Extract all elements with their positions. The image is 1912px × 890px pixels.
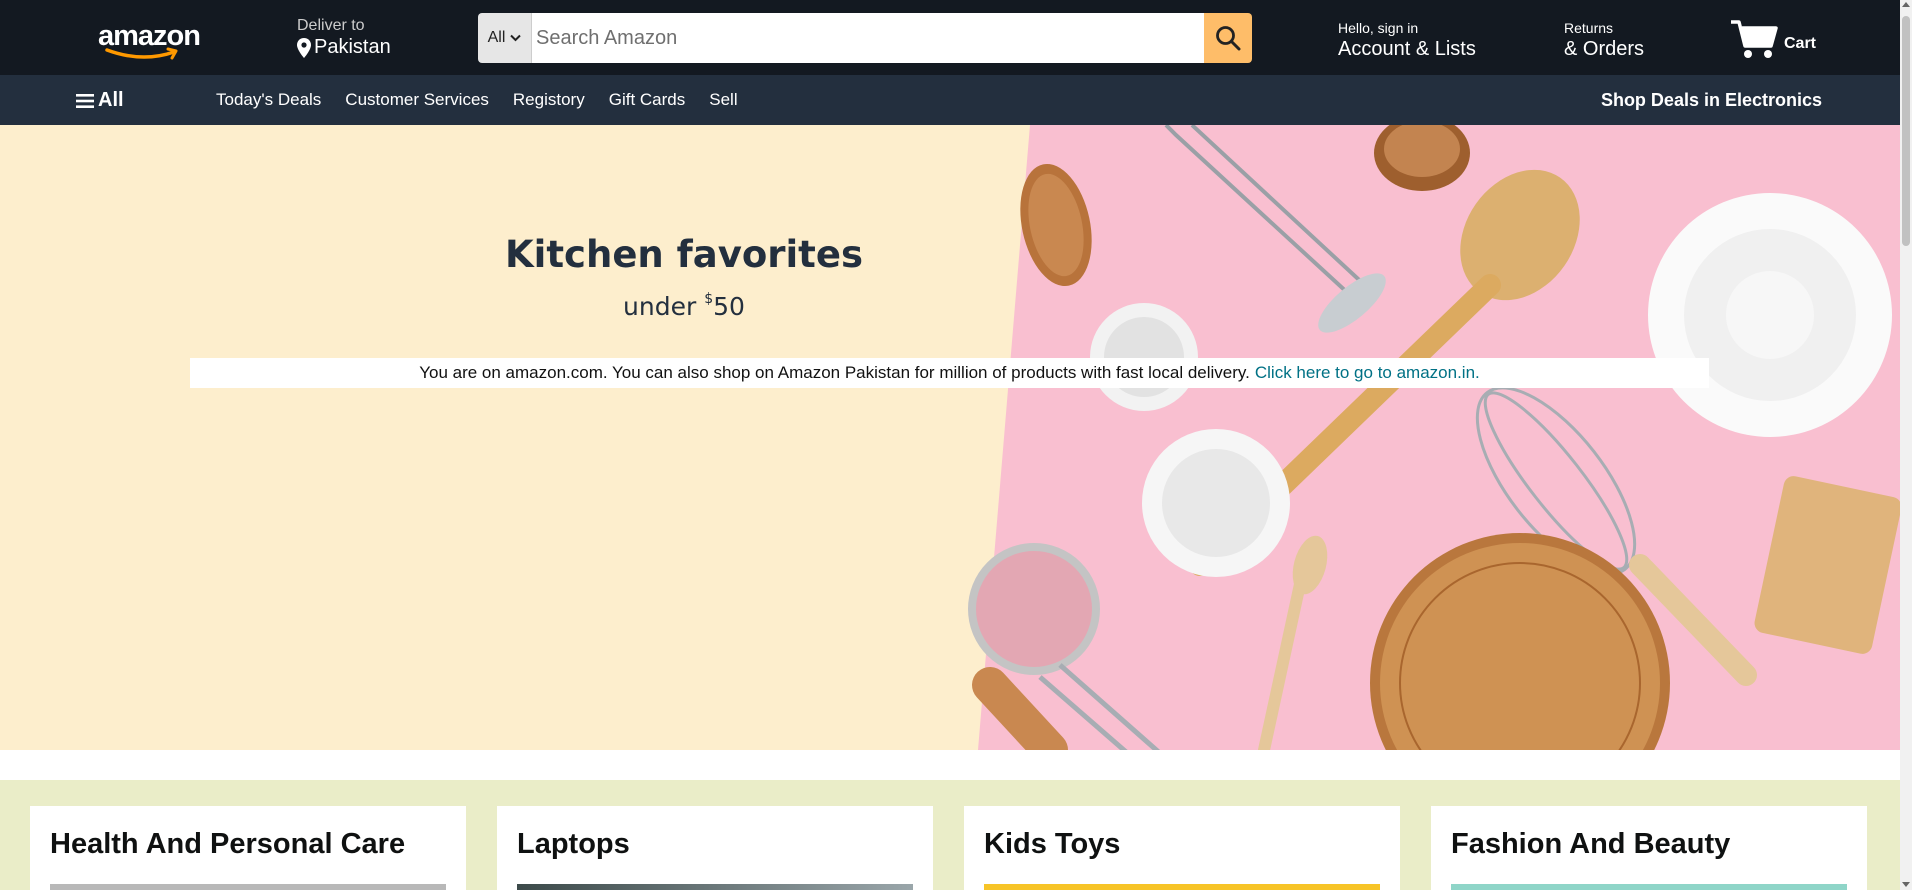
deliver-label: Deliver to <box>297 17 365 34</box>
category-card-image[interactable] <box>517 884 913 890</box>
category-card-image[interactable] <box>984 884 1380 890</box>
account-lists[interactable]: Hello, sign in Account & Lists <box>1338 20 1476 61</box>
cart-icon <box>1731 20 1778 58</box>
returns-label: Returns <box>1564 20 1614 36</box>
category-card-laptops[interactable]: Laptops <box>497 806 933 890</box>
category-card-title: Health And Personal Care <box>50 828 406 860</box>
top-header: amazon Deliver to Pakistan All Search Am… <box>0 0 1900 75</box>
scroll-down-icon[interactable] <box>1902 882 1910 887</box>
category-card-title: Laptops <box>517 828 630 860</box>
amazon-logo[interactable]: amazon <box>92 16 208 60</box>
orders-label: & Orders <box>1564 38 1645 60</box>
shop-deals-electronics-link[interactable]: Shop Deals in Electronics <box>1601 90 1822 111</box>
nav-link-todays-deals[interactable]: Today's Deals <box>216 90 321 110</box>
hero-subtitle-currency: $ <box>704 291 714 307</box>
category-card-kids-toys[interactable]: Kids Toys <box>964 806 1400 890</box>
nav-link-registry[interactable]: Registory <box>513 90 585 110</box>
scrollbar-thumb[interactable] <box>1902 16 1910 246</box>
nav-link-sell[interactable]: Sell <box>709 90 737 110</box>
deliver-location: Pakistan <box>314 36 391 58</box>
search-category-select[interactable]: All <box>478 13 532 63</box>
hero-subtitle-amount: 50 <box>713 292 745 321</box>
returns-orders[interactable]: Returns & Orders <box>1564 20 1644 61</box>
locale-notice-text: You are on amazon.com. You can also shop… <box>419 363 1250 382</box>
search-category-label: All <box>487 29 506 46</box>
locale-notice-link[interactable]: Click here to go to amazon.in. <box>1255 363 1480 383</box>
sub-navigation: All Today's Deals Customer Services Regi… <box>0 75 1900 125</box>
hero-title: Kitchen favorites <box>505 233 863 276</box>
cart-button[interactable]: Cart <box>1730 14 1816 60</box>
deliver-to[interactable]: Deliver to Pakistan <box>297 17 391 59</box>
nav-link-customer-services[interactable]: Customer Services <box>345 90 489 110</box>
category-card-fashion[interactable]: Fashion And Beauty <box>1431 806 1867 890</box>
hero-subtitle-prefix: under <box>623 292 705 321</box>
chevron-down-icon <box>510 34 522 42</box>
hero-kitchen-image <box>968 125 1900 750</box>
category-card-image[interactable] <box>50 884 446 890</box>
cart-label: Cart <box>1784 35 1817 52</box>
category-card-health[interactable]: Health And Personal Care <box>30 806 466 890</box>
account-label: Account & Lists <box>1338 38 1476 60</box>
category-card-title: Fashion And Beauty <box>1451 828 1731 860</box>
scroll-up-icon[interactable] <box>1902 2 1910 7</box>
locale-notice: You are on amazon.com. You can also shop… <box>190 358 1709 388</box>
page-scrollbar[interactable] <box>1900 0 1912 890</box>
all-menu-label: All <box>98 89 124 111</box>
search-icon <box>1216 26 1241 51</box>
search-bar: All <box>478 13 1252 63</box>
category-card-image[interactable] <box>1451 884 1847 890</box>
location-pin-icon <box>297 37 311 58</box>
search-button[interactable] <box>1204 13 1252 63</box>
all-menu-button[interactable]: All <box>76 89 124 112</box>
logo-smile-icon <box>105 47 178 60</box>
category-card-title: Kids Toys <box>984 828 1121 860</box>
nav-link-gift-cards[interactable]: Gift Cards <box>609 90 686 110</box>
search-input[interactable] <box>532 13 1204 63</box>
cards-top-spacer <box>0 750 1900 780</box>
hero-banner[interactable]: Kitchen favorites under $50 You are on a… <box>0 125 1900 750</box>
account-greeting: Hello, sign in <box>1338 20 1419 36</box>
hamburger-menu-icon <box>76 93 94 108</box>
nav-links: Today's Deals Customer Services Registor… <box>216 90 738 110</box>
hero-subtitle: under $50 <box>440 291 928 321</box>
